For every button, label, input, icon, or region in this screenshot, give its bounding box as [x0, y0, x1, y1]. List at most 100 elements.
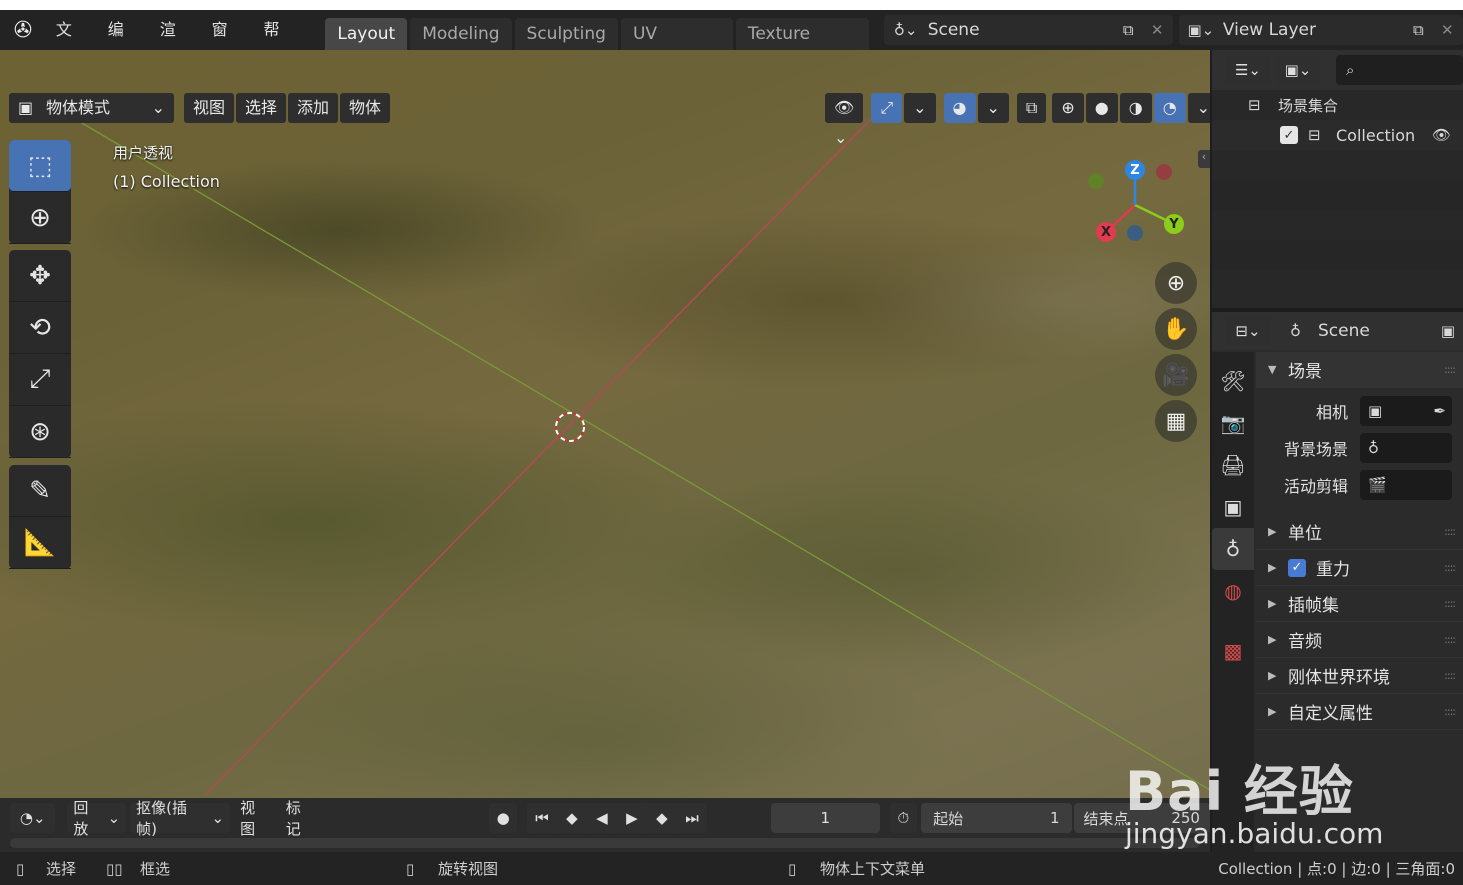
- playback-dropdown[interactable]: 回放 ⌄: [67, 799, 127, 838]
- background-scene-field[interactable]: ♁: [1360, 433, 1452, 463]
- drag-grip-icon[interactable]: ::::: [1444, 705, 1456, 718]
- drag-grip-icon[interactable]: ::::: [1444, 633, 1456, 646]
- record-icon[interactable]: ●: [489, 803, 517, 833]
- drag-grip-icon[interactable]: ::::: [1444, 363, 1456, 376]
- prev-keyframe-icon[interactable]: ◆: [556, 803, 587, 833]
- chevron-down-icon[interactable]: ⌄: [904, 93, 936, 123]
- play-reverse-icon[interactable]: ◀: [586, 803, 617, 833]
- texture-tab-icon[interactable]: ▩: [1212, 630, 1254, 672]
- end-frame-field[interactable]: 结束点 250: [1073, 803, 1210, 833]
- eyedropper-icon[interactable]: ✒: [1433, 402, 1446, 420]
- visibility-icon[interactable]: 👁⌄: [825, 93, 864, 147]
- world-tab-icon[interactable]: ◍: [1212, 570, 1254, 612]
- solid-shading-icon[interactable]: ●: [1085, 93, 1118, 123]
- measure-tool-icon[interactable]: 📐: [9, 517, 71, 569]
- current-frame-field[interactable]: 1: [770, 803, 880, 833]
- menu-window[interactable]: 窗口: [202, 10, 254, 79]
- timeline-scrollbar[interactable]: [10, 838, 1200, 848]
- camera-field[interactable]: ▣ ✒: [1360, 396, 1452, 426]
- panel-scene[interactable]: ▼ 场景 ::::: [1256, 352, 1463, 388]
- zoom-icon[interactable]: ⊕: [1155, 262, 1197, 304]
- filter-icon[interactable]: ▣⌄: [1276, 55, 1320, 85]
- new-scene-icon[interactable]: ⧉: [1123, 21, 1151, 39]
- active-clip-field[interactable]: 🎬: [1360, 470, 1452, 500]
- menu-add[interactable]: 添加: [288, 93, 339, 123]
- tab-sculpting[interactable]: Sculpting: [514, 18, 618, 50]
- tree-item-scene-collection[interactable]: ⊟ 场景集合: [1212, 90, 1463, 120]
- panel-rigid-body-world[interactable]: ▶ 刚体世界环境 ::::: [1256, 658, 1463, 694]
- panel-units[interactable]: ▶ 单位 ::::: [1256, 514, 1463, 550]
- output-tab-icon[interactable]: 🖨: [1212, 444, 1254, 486]
- drag-grip-icon[interactable]: ::::: [1444, 561, 1456, 574]
- scene-tab-icon[interactable]: ♁: [1212, 528, 1254, 570]
- timeline-menu-marker[interactable]: 标记: [280, 799, 322, 838]
- render-tab-icon[interactable]: 📷: [1212, 402, 1254, 444]
- cursor-tool-icon[interactable]: ⊕: [9, 192, 71, 244]
- scene-selector[interactable]: ♁⌄ Scene ⧉ ✕: [883, 15, 1173, 45]
- xray-icon[interactable]: ⧉: [1016, 93, 1047, 123]
- tree-item-collection[interactable]: ✓ ⊟ Collection 👁: [1212, 120, 1463, 150]
- sidebar-toggle-icon[interactable]: ‹: [1198, 150, 1210, 168]
- mode-dropdown[interactable]: ▣ 物体模式 ⌄: [9, 93, 174, 123]
- tab-modeling[interactable]: Modeling: [410, 18, 512, 50]
- move-tool-icon[interactable]: ✥: [9, 250, 71, 302]
- annotate-tool-icon[interactable]: ✎: [9, 465, 71, 517]
- timeline-editor-icon[interactable]: ◔⌄: [10, 803, 56, 833]
- menu-view[interactable]: 视图: [184, 93, 235, 123]
- object-mode-icon: ▣: [18, 98, 34, 117]
- panel-custom-properties[interactable]: ▶ 自定义属性 ::::: [1256, 694, 1463, 730]
- panel-audio[interactable]: ▶ 音频 ::::: [1256, 622, 1463, 658]
- tab-uv-editing[interactable]: UV Editing: [620, 18, 733, 76]
- editor-type-icon[interactable]: ⊟⌄: [1226, 316, 1270, 346]
- stopwatch-icon[interactable]: ⏱: [889, 803, 918, 833]
- outliner-search-input[interactable]: ⌕: [1336, 55, 1463, 85]
- tab-layout[interactable]: Layout: [325, 18, 408, 50]
- menu-file[interactable]: 文件: [46, 10, 98, 79]
- view-layer-tab-icon[interactable]: ▣: [1212, 486, 1254, 528]
- rotate-tool-icon[interactable]: ⟲: [9, 302, 71, 354]
- transform-tool-icon[interactable]: ⊛: [9, 406, 71, 458]
- display-mode-icon[interactable]: ☰⌄: [1226, 55, 1270, 85]
- jump-end-icon[interactable]: ⏭: [676, 803, 707, 833]
- jump-start-icon[interactable]: ⏮: [526, 803, 557, 833]
- wireframe-shading-icon[interactable]: ⊕: [1052, 93, 1084, 123]
- new-view-layer-icon[interactable]: ⧉: [1413, 21, 1441, 39]
- panel-keying-sets[interactable]: ▶ 插帧集 ::::: [1256, 586, 1463, 622]
- drag-grip-icon[interactable]: ::::: [1444, 669, 1456, 682]
- tool-tab-icon[interactable]: 🛠: [1212, 360, 1254, 402]
- chevron-down-icon[interactable]: ⌄: [1187, 93, 1210, 123]
- gravity-checkbox[interactable]: ✓: [1288, 558, 1306, 577]
- keying-dropdown[interactable]: 抠像(插帧) ⌄: [130, 799, 231, 838]
- pan-hand-icon[interactable]: ✋: [1155, 308, 1197, 350]
- play-icon[interactable]: ▶: [616, 803, 647, 833]
- overlay-toggle-icon[interactable]: ◕: [943, 93, 976, 123]
- blender-logo-icon[interactable]: ✇: [0, 18, 46, 43]
- menu-object[interactable]: 物体: [340, 93, 391, 123]
- drag-grip-icon[interactable]: ::::: [1444, 525, 1456, 538]
- menu-render[interactable]: 渲染: [150, 10, 202, 79]
- menu-select[interactable]: 选择: [236, 93, 287, 123]
- perspective-grid-icon[interactable]: ▦: [1155, 400, 1197, 442]
- select-box-tool-icon[interactable]: ⬚: [9, 140, 71, 192]
- tab-texture-paint[interactable]: Texture Paint: [735, 18, 869, 76]
- gizmo-toggle-icon[interactable]: ⤢: [871, 93, 903, 123]
- menu-help[interactable]: 帮助: [254, 10, 306, 79]
- rendered-shading-icon[interactable]: ◔: [1153, 93, 1186, 123]
- start-frame-field[interactable]: 起始 1: [921, 803, 1072, 833]
- material-shading-icon[interactable]: ◑: [1119, 93, 1152, 123]
- drag-grip-icon[interactable]: ::::: [1444, 597, 1456, 610]
- scale-tool-icon[interactable]: ⤢: [9, 354, 71, 406]
- eye-icon[interactable]: 👁: [1432, 126, 1451, 144]
- camera-view-icon[interactable]: 🎥: [1155, 354, 1197, 396]
- chevron-down-icon[interactable]: ⌄: [977, 93, 1009, 123]
- collection-checkbox[interactable]: ✓: [1280, 126, 1298, 144]
- close-icon[interactable]: ✕: [1441, 21, 1463, 39]
- next-keyframe-icon[interactable]: ◆: [646, 803, 677, 833]
- panel-gravity[interactable]: ▶ ✓ 重力 ::::: [1256, 550, 1463, 586]
- menu-edit[interactable]: 编辑: [98, 10, 150, 79]
- scene-icon: ♁: [1290, 322, 1301, 340]
- 3d-viewport[interactable]: ▣ 物体模式 ⌄ 视图 选择 添加 物体 👁⌄ ⤢ ⌄ ◕ ⌄ ⧉ ⊕ ● ◑ …: [0, 50, 1210, 798]
- close-icon[interactable]: ✕: [1151, 21, 1173, 39]
- timeline-menu-view[interactable]: 视图: [234, 799, 276, 838]
- view-layer-selector[interactable]: ▣⌄ View Layer ⧉ ✕: [1178, 15, 1463, 45]
